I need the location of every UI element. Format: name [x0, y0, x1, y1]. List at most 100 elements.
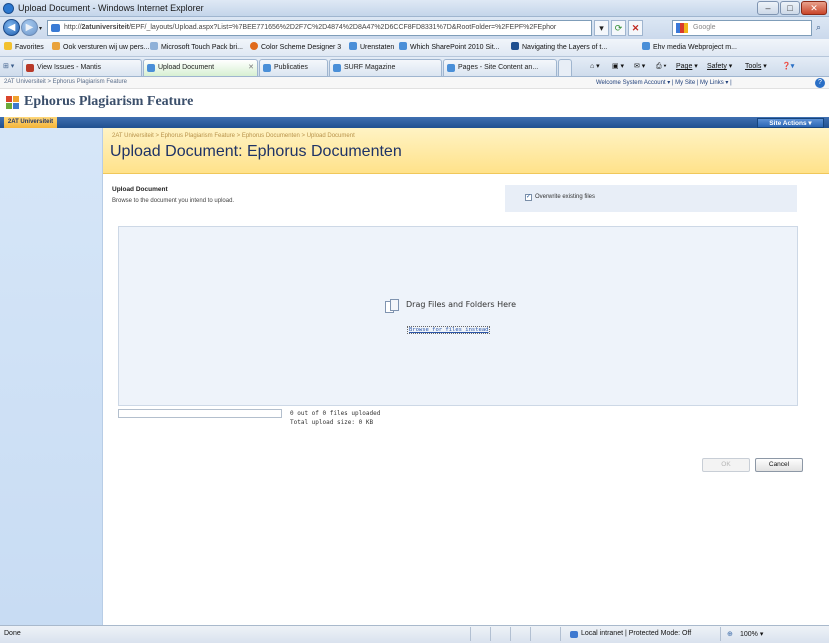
- welcome-menu[interactable]: Welcome System Account ▾ | My Site | My …: [596, 79, 732, 86]
- intranet-zone-icon: [570, 631, 578, 638]
- favorite-item[interactable]: Color Scheme Designer 3: [250, 42, 341, 54]
- cancel-button[interactable]: Cancel: [755, 458, 803, 472]
- favorite-item[interactable]: Navigating the Layers of t...: [511, 42, 607, 54]
- ie-page-icon: [333, 64, 341, 72]
- status-divider: [470, 627, 471, 641]
- forward-button[interactable]: ▶: [21, 19, 38, 36]
- add-favorite-icon: [52, 42, 60, 50]
- favorite-item[interactable]: Ook versturen wij uw pers...: [52, 42, 149, 54]
- ie-page-icon: [399, 42, 407, 50]
- mantis-icon: [26, 64, 34, 72]
- address-toolbar: ◀ ▶ ▾ http://2atuniversiteit/EPF/_layout…: [0, 17, 829, 39]
- url-path: /EPF/_layouts/Upload.aspx?List=%7BEE7716…: [128, 24, 557, 31]
- favorites-star-icon: [4, 42, 12, 50]
- stop-icon[interactable]: ✕: [628, 20, 643, 36]
- files-uploaded-count: 0 out of 0 files uploaded: [290, 410, 381, 417]
- ie-page-icon: [263, 64, 271, 72]
- ie-page-icon: [642, 42, 650, 50]
- ie-page-icon: [349, 42, 357, 50]
- search-input[interactable]: Google: [672, 20, 812, 36]
- window-title-bar: Upload Document - Windows Internet Explo…: [0, 0, 829, 17]
- favorites-button[interactable]: Favorites: [4, 42, 44, 54]
- overwrite-label[interactable]: Overwrite existing files: [535, 194, 595, 200]
- help-menu-icon[interactable]: ❓▾: [782, 61, 794, 73]
- status-divider: [530, 627, 531, 641]
- tab-publicaties[interactable]: Publicaties: [259, 59, 328, 76]
- site-title[interactable]: Ephorus Plagiarism Feature: [24, 94, 193, 110]
- security-zone-text[interactable]: Local intranet | Protected Mode: Off: [581, 630, 691, 637]
- status-divider: [720, 627, 721, 641]
- upload-section-description: Browse to the document you intend to upl…: [112, 198, 235, 204]
- mail-icon[interactable]: ✉ ▾: [634, 61, 645, 73]
- ie-page-icon: [447, 64, 455, 72]
- upload-progress-text: 0 out of 0 files uploaded Total upload s…: [290, 409, 380, 427]
- files-folders-icon: [385, 299, 402, 314]
- page-breadcrumb[interactable]: 2AT Universiteit > Ephorus Plagiarism Fe…: [112, 133, 355, 139]
- search-magnifier-icon[interactable]: ⌕: [816, 22, 821, 33]
- window-title: Upload Document - Windows Internet Explo…: [18, 3, 204, 13]
- safety-menu[interactable]: Safety ▾: [707, 61, 732, 73]
- page-menu[interactable]: Page ▾: [676, 61, 698, 73]
- close-tab-icon[interactable]: ✕: [248, 60, 254, 76]
- site-logo-icon: [511, 42, 519, 50]
- minimize-button[interactable]: –: [757, 1, 779, 15]
- status-divider: [510, 627, 511, 641]
- address-input[interactable]: http://2atuniversiteit/EPF/_layouts/Uplo…: [47, 20, 592, 36]
- status-bar: [0, 625, 829, 643]
- tab-view-issues[interactable]: View Issues - Mantis: [22, 59, 142, 76]
- tools-menu[interactable]: Tools ▾: [745, 61, 767, 73]
- favorites-bar: Favorites Ook versturen wij uw pers... M…: [0, 39, 829, 57]
- status-divider: [560, 627, 561, 641]
- favorite-item[interactable]: Microsoft Touch Pack bri...: [150, 42, 243, 54]
- page-title: Upload Document: Ephorus Documenten: [110, 143, 402, 160]
- link-icon: [150, 42, 158, 50]
- tab-pages-site-content[interactable]: Pages - Site Content an...: [443, 59, 557, 76]
- sharepoint-global-bar: 2AT Universiteit > Ephorus Plagiarism Fe…: [0, 77, 829, 89]
- site-actions-menu[interactable]: Site Actions ▾: [757, 118, 824, 128]
- left-navigation-panel: [0, 128, 103, 625]
- drop-zone-text: Drag Files and Folders Here: [406, 300, 517, 309]
- back-button[interactable]: ◀: [3, 19, 20, 36]
- internet-explorer-icon: [3, 3, 14, 14]
- feeds-icon[interactable]: ▣ ▾: [612, 61, 624, 73]
- help-icon[interactable]: ?: [815, 78, 825, 88]
- ie-page-icon: [147, 64, 155, 72]
- overwrite-checkbox[interactable]: ✓: [525, 194, 532, 201]
- zoom-level[interactable]: 100% ▾: [740, 630, 763, 638]
- url-prefix: http://: [64, 24, 82, 31]
- page-icon: [51, 24, 60, 32]
- total-upload-size: Total upload size: 0 KB: [290, 419, 374, 426]
- upload-section-heading: Upload Document: [112, 186, 168, 193]
- ok-button[interactable]: OK: [702, 458, 750, 472]
- zoom-icon[interactable]: ⊕: [727, 630, 733, 638]
- close-button[interactable]: ✕: [801, 1, 827, 15]
- status-text: Done: [4, 630, 21, 637]
- top-navigation-bar: 2AT Universiteit Site Actions ▾: [0, 117, 829, 128]
- nav-home-tab[interactable]: 2AT Universiteit: [4, 117, 57, 128]
- site-logo-icon[interactable]: [6, 96, 20, 110]
- tab-bar: ⊞ ▾ View Issues - Mantis Upload Document…: [0, 57, 829, 77]
- tab-surf-magazine[interactable]: SURF Magazine: [329, 59, 442, 76]
- quick-tabs-icon[interactable]: ⊞ ▾: [3, 62, 14, 70]
- tab-upload-document[interactable]: Upload Document ✕: [143, 59, 258, 76]
- refresh-icon[interactable]: ⟳: [611, 20, 626, 36]
- new-tab-button[interactable]: [558, 59, 572, 76]
- url-host: 2atuniversiteit: [81, 24, 129, 31]
- recent-pages-dropdown-icon[interactable]: ▾: [39, 25, 42, 32]
- favorite-item[interactable]: Ehv media Webproject m...: [642, 42, 737, 54]
- favorite-item[interactable]: Which SharePoint 2010 Sit...: [399, 42, 500, 54]
- google-search-icon: [676, 23, 688, 33]
- print-icon[interactable]: ⎙ ▾: [656, 61, 667, 73]
- drop-zone[interactable]: [118, 226, 798, 406]
- upload-progress-bar: [118, 409, 282, 418]
- home-icon[interactable]: ⌂ ▾: [590, 61, 600, 73]
- browse-files-link[interactable]: Browse for files instead: [407, 326, 491, 334]
- color-scheme-icon: [250, 42, 258, 50]
- address-dropdown-icon[interactable]: ▾: [594, 20, 609, 36]
- search-provider-label: Google: [693, 24, 716, 31]
- global-breadcrumb[interactable]: 2AT Universiteit > Ephorus Plagiarism Fe…: [4, 79, 127, 85]
- site-header: Ephorus Plagiarism Feature: [0, 89, 829, 117]
- favorite-item[interactable]: Urenstaten: [349, 42, 394, 54]
- maximize-button[interactable]: □: [780, 1, 800, 15]
- status-divider: [490, 627, 491, 641]
